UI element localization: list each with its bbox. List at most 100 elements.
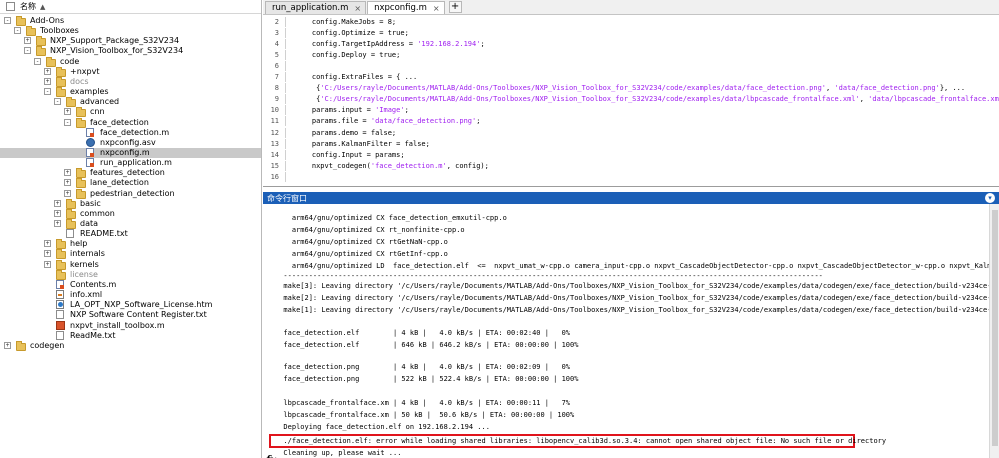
output-line: arm64/gnu/optimized CX rt_nonfinite-cpp.… (275, 226, 465, 234)
tree-item[interactable]: + common (0, 208, 261, 219)
tab-label: nxpconfig.m (374, 3, 427, 13)
expand-icon[interactable]: + (64, 169, 71, 177)
collapse-icon[interactable]: - (4, 17, 11, 24)
select-all-checkbox[interactable] (6, 2, 15, 11)
tree-item[interactable]: + pedestrian_detection (0, 188, 261, 199)
close-icon[interactable]: × (354, 4, 361, 13)
name-column-label: 名称 (20, 2, 36, 11)
tree-item[interactable]: + kernels (0, 259, 261, 270)
tree-item[interactable]: - Add-Ons (0, 16, 261, 26)
tree-item-label: face_detection.m (100, 127, 170, 137)
code-token: config.ExtraFiles = { ... (295, 73, 418, 82)
expand-icon[interactable]: + (44, 250, 51, 258)
folder-icon (16, 340, 26, 351)
expand-icon[interactable]: + (64, 108, 71, 116)
expand-icon[interactable]: + (4, 341, 11, 349)
gutter-marker (285, 28, 286, 39)
m-file-icon (86, 147, 94, 157)
string-literal: 'Image' (375, 106, 405, 115)
expand-icon[interactable]: + (44, 67, 51, 75)
tree-item[interactable]: nxpconfig.asv (0, 137, 261, 148)
tree-item[interactable]: LA_OPT_NXP_Software_License.htm (0, 300, 261, 310)
code-text: params.KalmanFilter = false; (295, 139, 430, 149)
tree-column-header[interactable]: 名称 ▲ (0, 0, 261, 14)
code-text: config.MakeJobs = 8; (295, 17, 396, 27)
string-literal: 'data/face_detection.png' (370, 117, 477, 126)
code-area[interactable]: 2 config.MakeJobs = 8; 3 config.Optimize … (263, 15, 999, 186)
tab-run-application[interactable]: run_application.m × (265, 1, 367, 14)
tree-item[interactable]: + lane_detection (0, 178, 261, 189)
expand-icon[interactable]: + (64, 189, 71, 197)
tree-item[interactable]: + features_detection (0, 168, 261, 179)
tree-item[interactable]: face_detection.m (0, 127, 261, 138)
tree-item[interactable]: - advanced (0, 97, 261, 108)
tree-item[interactable]: + codegen (0, 340, 261, 351)
tree-item[interactable]: - code (0, 56, 261, 67)
collapse-icon[interactable]: - (34, 57, 41, 65)
expand-icon[interactable]: + (44, 77, 51, 85)
line-number: 6 (274, 62, 279, 71)
command-output[interactable]: fx >> arm64/gnu/optimized CX face_detect… (263, 204, 999, 458)
expand-icon[interactable]: + (54, 199, 61, 207)
tree-item[interactable]: + internals (0, 249, 261, 260)
tree-item[interactable]: - Toolboxes (0, 26, 261, 37)
code-token: { (295, 84, 321, 93)
tree-item-label: nxpconfig.m (100, 147, 150, 157)
line-number: 10 (270, 106, 279, 115)
tree-item[interactable]: license (0, 269, 261, 280)
tab-nxpconfig[interactable]: nxpconfig.m × (367, 1, 445, 14)
m-file-icon (56, 279, 64, 289)
collapse-icon[interactable]: - (24, 47, 31, 55)
text-file-icon (56, 310, 64, 320)
command-window: 命令行窗口 ▾ fx >> arm64/gnu/optimized CX fac… (263, 192, 999, 458)
tree-item[interactable]: + NXP_Support_Package_S32V234 (0, 36, 261, 47)
tree-item[interactable]: run_application.m (0, 158, 261, 168)
tree-item[interactable]: nxpvt_install_toolbox.m (0, 320, 261, 331)
scrollbar-thumb[interactable] (992, 210, 998, 446)
tree-item[interactable]: README.txt (0, 229, 261, 239)
collapse-icon[interactable]: - (54, 98, 61, 106)
collapse-icon[interactable]: - (44, 88, 51, 96)
tree-item[interactable]: - examples (0, 87, 261, 98)
expand-icon[interactable]: + (54, 209, 61, 217)
expand-icon[interactable]: + (44, 240, 51, 248)
new-tab-button[interactable]: + (448, 1, 462, 13)
tree-item[interactable]: + data (0, 219, 261, 229)
tree-item[interactable]: - NXP_Vision_Toolbox_for_S32V234 (0, 46, 261, 57)
folder-icon (76, 117, 86, 128)
current-folder-panel: 名称 ▲ - Add-Ons - Toolboxes + NXP_Support_Pack… (0, 0, 262, 458)
tree-item[interactable]: + cnn (0, 107, 261, 118)
code-token: config.Optimize = true; (295, 29, 409, 38)
expand-icon[interactable]: + (44, 260, 51, 268)
output-line: arm64/gnu/optimized CX rtGetInf-cpp.o (275, 250, 448, 258)
tree-item[interactable]: - face_detection (0, 117, 261, 128)
folder-icon (66, 198, 76, 209)
tree-item[interactable]: + basic (0, 198, 261, 209)
expand-icon[interactable]: + (54, 220, 61, 227)
gutter-marker (285, 17, 286, 27)
tree-item-label: LA_OPT_NXP_Software_License.htm (70, 300, 213, 310)
string-literal: 'C:/Users/rayle/Documents/MATLAB/Add-Ons… (320, 84, 827, 93)
line-number: 3 (274, 29, 279, 38)
tree-item[interactable]: ReadMe.txt (0, 330, 261, 341)
collapse-icon[interactable]: - (64, 118, 71, 126)
tree-item[interactable]: Contents.m (0, 279, 261, 290)
gutter-marker (285, 160, 286, 171)
expand-icon[interactable]: + (24, 37, 31, 45)
tree-item-label: Toolboxes (40, 26, 79, 36)
collapse-icon[interactable]: - (14, 27, 21, 35)
close-icon[interactable]: × (433, 4, 440, 13)
command-window-scrollbar[interactable] (989, 204, 999, 458)
toolbox-file-icon (56, 320, 65, 330)
tree-item[interactable]: NXP Software Content Register.txt (0, 310, 261, 320)
expand-icon[interactable]: + (64, 179, 71, 187)
tree-item[interactable]: + +nxpvt (0, 66, 261, 77)
tree-item[interactable]: + docs (0, 76, 261, 87)
tree-item[interactable]: nxpconfig.m (0, 147, 261, 158)
tree-item-label: kernels (70, 259, 99, 269)
panel-menu-icon[interactable]: ▾ (985, 193, 995, 203)
tree-item[interactable]: info.xml (0, 290, 261, 300)
sort-ascending-icon: ▲ (40, 2, 46, 11)
code-line: 13 params.KalmanFilter = false; (263, 138, 999, 149)
tree-item[interactable]: + help (0, 239, 261, 250)
